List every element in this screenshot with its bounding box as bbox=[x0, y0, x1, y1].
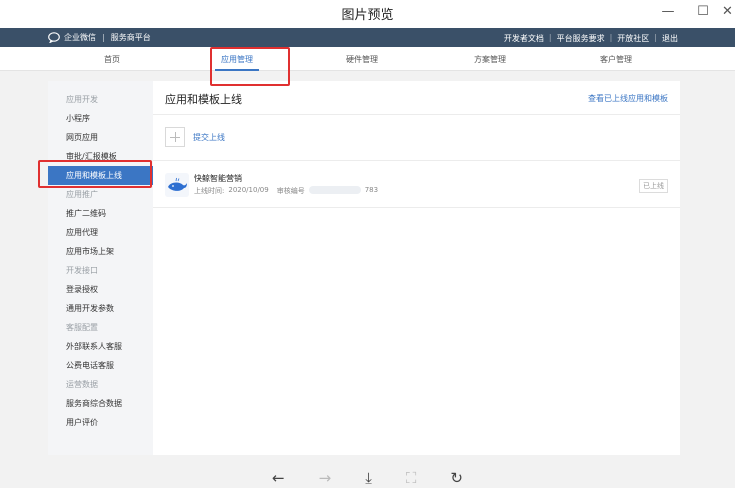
submit-launch-button[interactable]: 提交上线 bbox=[165, 127, 225, 147]
link-logout[interactable]: 退出 bbox=[657, 33, 683, 44]
app-meta: 上线时间: 2020/10/09 审核编号 783 bbox=[194, 186, 378, 196]
view-launched-apps-link[interactable]: 查看已上线应用和模板 bbox=[588, 93, 668, 104]
sidebar-item-app-agent[interactable]: 应用代理 bbox=[48, 223, 153, 242]
window-title: 图片预览 bbox=[341, 8, 394, 23]
annotation-box-sidebar bbox=[38, 160, 152, 188]
sidebar-item-phone-service[interactable]: 公费电话客服 bbox=[48, 356, 153, 375]
online-time-label: 上线时间: bbox=[194, 187, 225, 195]
main-header: 应用和模板上线 查看已上线应用和模板 bbox=[165, 91, 668, 113]
nav-solution-management[interactable]: 方案管理 bbox=[450, 54, 530, 65]
link-dev-docs[interactable]: 开发者文档 bbox=[499, 33, 549, 44]
main-content: 应用和模板上线 查看已上线应用和模板 提交上线 快鲸智能营销 上线时间: 202… bbox=[153, 81, 680, 455]
sidebar-group-dev-api: 开发接口 bbox=[66, 266, 98, 275]
divider bbox=[153, 207, 680, 208]
nav-hardware-management[interactable]: 硬件管理 bbox=[322, 54, 402, 65]
sidebar-item-user-reviews[interactable]: 用户评价 bbox=[48, 413, 153, 432]
nav-home[interactable]: 首页 bbox=[72, 54, 152, 65]
previous-arrow-icon[interactable]: ← bbox=[272, 468, 285, 488]
nav-customer-management[interactable]: 客户管理 bbox=[576, 54, 656, 65]
viewer-toolbar: ← → ⤓ ⛶ ↻ bbox=[0, 468, 735, 488]
sidebar-item-provider-data[interactable]: 服务商综合数据 bbox=[48, 394, 153, 413]
divider bbox=[153, 160, 680, 161]
brand-separator: | bbox=[102, 33, 105, 42]
brand[interactable]: 企业微信 | 服务商平台 bbox=[48, 32, 151, 43]
review-number-suffix: 783 bbox=[364, 186, 379, 194]
link-divider: | bbox=[609, 33, 613, 42]
sidebar-item-web-app[interactable]: 网页应用 bbox=[48, 128, 153, 147]
main-nav: 首页 应用管理 硬件管理 方案管理 客户管理 bbox=[0, 47, 735, 71]
sidebar-item-external-contact-service[interactable]: 外部联系人客服 bbox=[48, 337, 153, 356]
brand-name: 企业微信 bbox=[64, 33, 96, 42]
minimize-button[interactable]: — bbox=[655, 2, 681, 22]
fullscreen-icon[interactable]: ⛶ bbox=[406, 468, 417, 488]
sidebar-group-ops-data: 运营数据 bbox=[66, 380, 98, 389]
review-number-label: 审核编号 bbox=[276, 187, 305, 195]
close-button[interactable]: ✕ bbox=[720, 2, 735, 22]
content-panel: 应用开发 小程序 网页应用 审批/汇报模板 应用和模板上线 应用推广 推广二维码… bbox=[48, 81, 680, 455]
divider bbox=[153, 114, 680, 115]
wecom-logo-icon bbox=[48, 32, 60, 43]
app-list-item[interactable]: 快鲸智能营销 上线时间: 2020/10/09 审核编号 783 已上线 bbox=[165, 171, 668, 203]
plus-icon bbox=[165, 127, 185, 147]
link-divider: | bbox=[548, 33, 552, 42]
brand-subtitle: 服务商平台 bbox=[110, 33, 151, 42]
sidebar-item-promo-qrcode[interactable]: 推广二维码 bbox=[48, 204, 153, 223]
platform-topbar: 企业微信 | 服务商平台 开发者文档 | 平台服务要求 | 开放社区 | 退出 bbox=[0, 28, 735, 47]
link-open-community[interactable]: 开放社区 bbox=[612, 33, 654, 44]
online-time: 2020/10/09 bbox=[228, 186, 269, 194]
top-links: 开发者文档 | 平台服务要求 | 开放社区 | 退出 bbox=[499, 33, 683, 44]
rotate-icon[interactable]: ↻ bbox=[450, 468, 463, 488]
submit-launch-label: 提交上线 bbox=[193, 132, 225, 142]
sidebar-item-market-listing[interactable]: 应用市场上架 bbox=[48, 242, 153, 261]
annotation-box-nav bbox=[210, 47, 290, 86]
download-icon[interactable]: ⤓ bbox=[365, 468, 372, 488]
maximize-button[interactable]: ☐ bbox=[690, 2, 716, 22]
whale-logo-icon bbox=[165, 173, 189, 197]
sidebar-item-dev-params[interactable]: 通用开发参数 bbox=[48, 299, 153, 318]
app-name: 快鲸智能营销 bbox=[194, 174, 242, 183]
sidebar-item-mini-program[interactable]: 小程序 bbox=[48, 109, 153, 128]
window-titlebar: 图片预览 — ☐ ✕ bbox=[0, 0, 735, 28]
link-divider: | bbox=[654, 33, 657, 42]
status-badge: 已上线 bbox=[639, 179, 668, 193]
next-arrow-icon[interactable]: → bbox=[319, 468, 332, 488]
sidebar: 应用开发 小程序 网页应用 审批/汇报模板 应用和模板上线 应用推广 推广二维码… bbox=[48, 81, 153, 455]
sidebar-group-app-dev: 应用开发 bbox=[66, 95, 98, 104]
sidebar-group-service-config: 客服配置 bbox=[66, 323, 98, 332]
link-platform-requirements[interactable]: 平台服务要求 bbox=[552, 33, 610, 44]
sidebar-item-login-auth[interactable]: 登录授权 bbox=[48, 280, 153, 299]
redacted-review-number bbox=[308, 186, 361, 194]
